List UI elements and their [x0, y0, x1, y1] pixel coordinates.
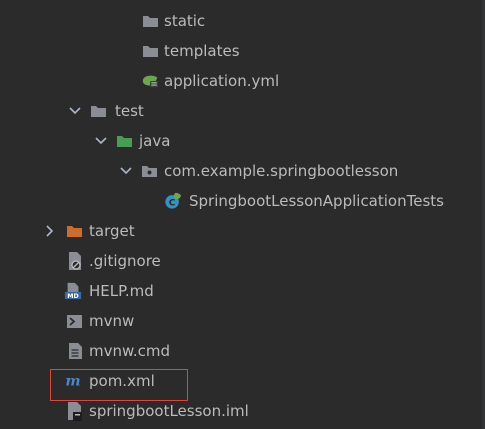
project-tree: static templates application.yml test ja…: [0, 0, 485, 429]
spring-test-class-icon: C: [164, 192, 182, 210]
spring-yml-icon: [141, 72, 159, 90]
tree-item-mvnw-cmd[interactable]: mvnw.cmd: [0, 336, 485, 366]
markdown-file-icon: MD: [64, 282, 82, 300]
folder-icon: [141, 42, 159, 60]
tree-item-label: HELP.md: [89, 282, 154, 300]
svg-text:C: C: [169, 199, 176, 209]
gitignore-file-icon: [66, 252, 84, 270]
tree-item-package[interactable]: com.example.springbootlesson: [0, 156, 485, 186]
chevron-down-icon[interactable]: [119, 164, 133, 178]
tree-item-target[interactable]: target: [0, 216, 485, 246]
tree-item-label: mvnw.cmd: [89, 342, 171, 360]
selection-highlight-box: [50, 369, 188, 401]
excluded-folder-icon: [65, 222, 83, 240]
tree-item-label: java: [139, 132, 171, 150]
text-file-icon: [66, 342, 84, 360]
test-source-folder-icon: [115, 132, 133, 150]
svg-text:MD: MD: [67, 293, 79, 300]
chevron-down-icon[interactable]: [68, 104, 82, 118]
tree-item-label: templates: [164, 42, 240, 60]
folder-icon: [141, 12, 159, 30]
module-file-icon: [65, 402, 83, 421]
tree-item-label: mvnw: [89, 312, 135, 330]
tree-item-gitignore[interactable]: .gitignore: [0, 246, 485, 276]
shell-script-icon: [65, 312, 83, 330]
package-icon: [140, 162, 158, 180]
tree-item-label: com.example.springbootlesson: [164, 162, 399, 180]
tree-item-templates[interactable]: templates: [0, 36, 485, 66]
tree-item-label: static: [164, 12, 206, 30]
tree-item-label: application.yml: [164, 72, 280, 90]
tree-item-label: target: [89, 222, 135, 240]
tree-item-label: SpringbootLessonApplicationTests: [189, 192, 444, 210]
tree-item-label: test: [115, 102, 144, 120]
tree-item-label: .gitignore: [89, 252, 161, 270]
chevron-down-icon[interactable]: [94, 134, 108, 148]
tree-item-mvnw[interactable]: mvnw: [0, 306, 485, 336]
tree-item-test-class[interactable]: C SpringbootLessonApplicationTests: [0, 186, 485, 216]
tree-item-java[interactable]: java: [0, 126, 485, 156]
tree-item-application-yml[interactable]: application.yml: [0, 66, 485, 96]
folder-icon: [89, 102, 107, 120]
tree-item-help-md[interactable]: MD HELP.md: [0, 276, 485, 306]
tree-item-test[interactable]: test: [0, 96, 485, 126]
tree-item-static[interactable]: static: [0, 6, 485, 36]
chevron-right-icon[interactable]: [43, 224, 57, 238]
